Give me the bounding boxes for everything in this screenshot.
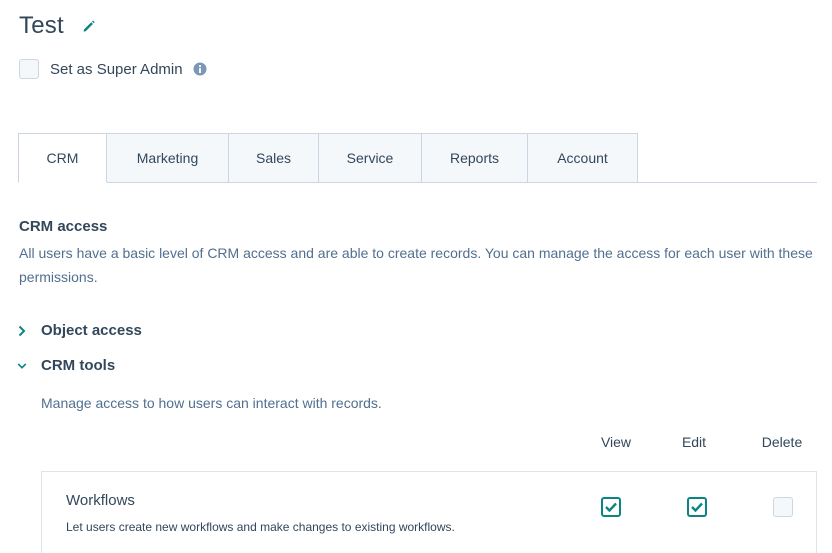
chevron-right-icon bbox=[17, 325, 27, 337]
tab-account[interactable]: Account bbox=[528, 133, 638, 183]
tab-crm[interactable]: CRM bbox=[18, 133, 107, 183]
object-access-label: Object access bbox=[41, 322, 142, 339]
permission-description: Let users create new workflows and make … bbox=[66, 520, 455, 534]
info-icon[interactable] bbox=[193, 62, 207, 76]
column-header-delete: Delete bbox=[761, 434, 803, 450]
super-admin-checkbox[interactable] bbox=[19, 59, 39, 79]
tab-service[interactable]: Service bbox=[319, 133, 422, 183]
permission-row-workflows: Workflows Let users create new workflows… bbox=[41, 471, 817, 553]
title-row: Test bbox=[19, 12, 96, 40]
tabs-divider bbox=[638, 182, 817, 183]
checkmark-icon bbox=[605, 502, 617, 513]
permission-name: Workflows bbox=[66, 492, 135, 509]
tab-marketing[interactable]: Marketing bbox=[107, 133, 229, 183]
tab-reports[interactable]: Reports bbox=[422, 133, 528, 183]
super-admin-row: Set as Super Admin bbox=[19, 59, 207, 79]
column-header-view: View bbox=[600, 434, 632, 450]
chevron-down-icon bbox=[17, 360, 27, 372]
crm-tools-description: Manage access to how users can interact … bbox=[41, 395, 382, 411]
crm-tools-toggle[interactable]: CRM tools bbox=[17, 357, 115, 374]
tab-sales[interactable]: Sales bbox=[229, 133, 319, 183]
crm-access-title: CRM access bbox=[19, 218, 108, 235]
super-admin-label: Set as Super Admin bbox=[50, 60, 183, 78]
crm-tools-label: CRM tools bbox=[41, 357, 116, 374]
checkmark-icon bbox=[691, 502, 703, 513]
page-title: Test bbox=[19, 12, 64, 39]
column-header-edit: Edit bbox=[681, 434, 707, 450]
object-access-toggle[interactable]: Object access bbox=[17, 322, 142, 339]
workflows-view-checkbox[interactable] bbox=[601, 497, 621, 517]
crm-access-description: All users have a basic level of CRM acce… bbox=[19, 245, 813, 285]
permission-tabs: CRM Marketing Sales Service Reports Acco… bbox=[18, 133, 817, 183]
workflows-edit-checkbox[interactable] bbox=[687, 497, 707, 517]
workflows-delete-checkbox[interactable] bbox=[773, 497, 793, 517]
pencil-icon[interactable] bbox=[82, 19, 96, 33]
